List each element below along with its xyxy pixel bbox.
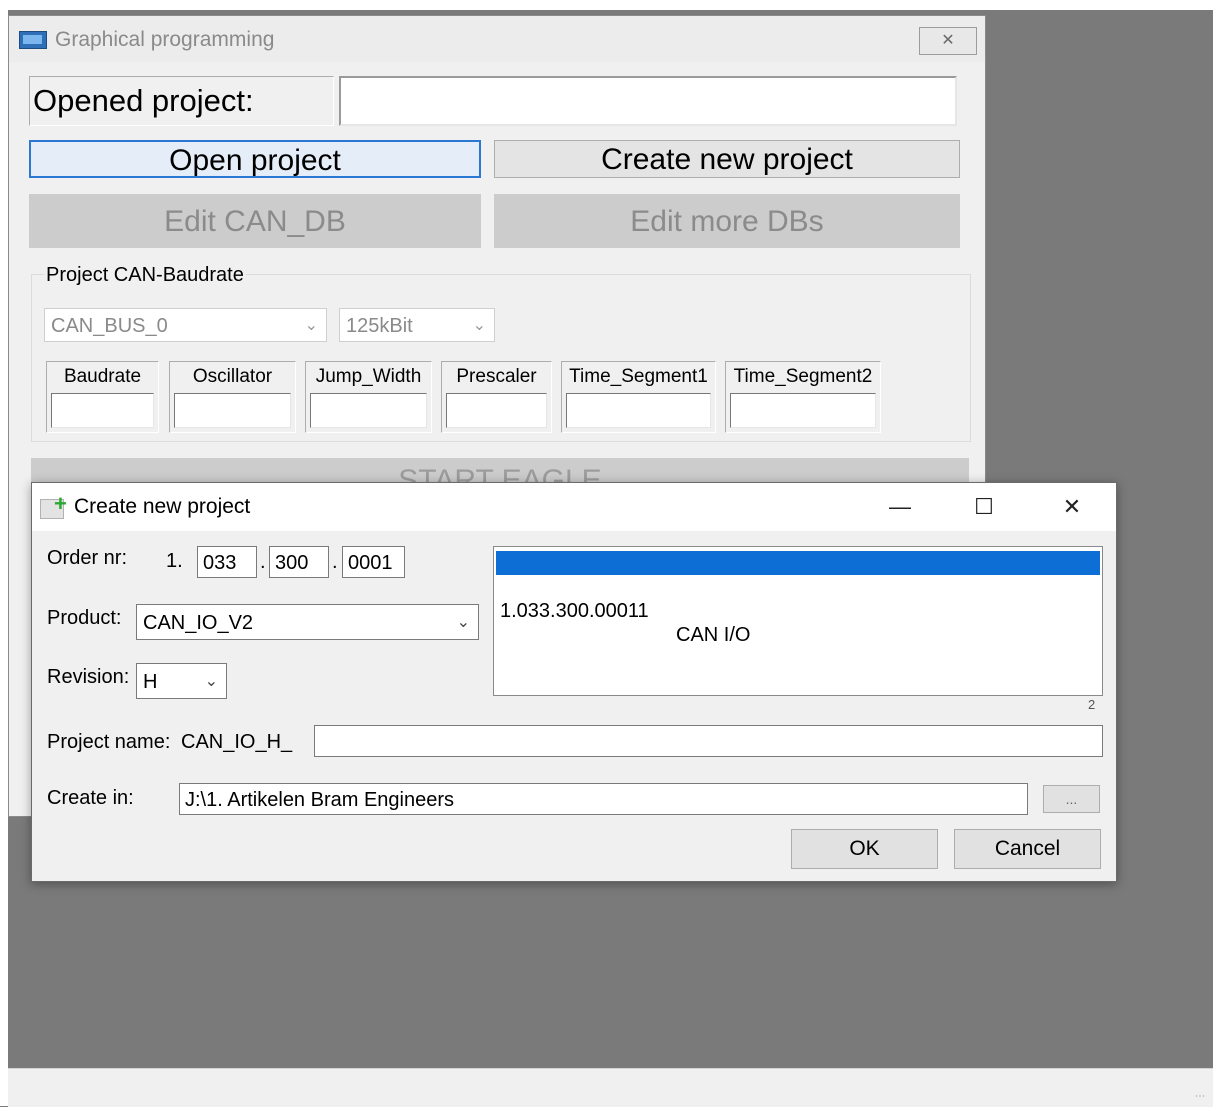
close-button[interactable]: ✕ xyxy=(1050,489,1094,525)
bus-combo-value: CAN_BUS_0 xyxy=(51,315,168,337)
list-item-name: CAN I/O xyxy=(676,600,751,622)
create-in-input[interactable]: J:\1. Artikelen Bram Engineers xyxy=(179,783,1028,815)
new-document-plus-icon: + xyxy=(40,491,68,519)
open-project-button[interactable]: Open project xyxy=(29,140,481,178)
param-label: Prescaler xyxy=(456,366,537,387)
dialog-title: Create new project xyxy=(74,495,251,518)
project-name-prefix: CAN_IO_H_ xyxy=(181,731,293,753)
main-close-button[interactable]: ✕ xyxy=(919,27,977,55)
edit-can-db-button[interactable]: Edit CAN_DB xyxy=(29,194,481,248)
param-jump-width: Jump_Width xyxy=(305,361,432,433)
main-titlebar: Graphical programming ✕ xyxy=(9,16,985,62)
desktop-left-edge xyxy=(0,0,8,1106)
ok-button[interactable]: OK xyxy=(791,829,938,869)
list-item-order: 1.033.300.00011 xyxy=(500,600,649,622)
chevron-down-icon: ⌄ xyxy=(204,673,218,690)
param-label: Time_Segment1 xyxy=(569,366,708,387)
create-in-label: Create in: xyxy=(47,787,134,809)
product-select-value: CAN_IO_V2 xyxy=(143,612,254,634)
revision-select[interactable]: H ⌄ xyxy=(136,663,227,699)
order-part1-input[interactable]: 033 xyxy=(197,546,257,578)
baudrate-group-label: Project CAN-Baudrate xyxy=(44,264,246,287)
param-baudrate: Baudrate xyxy=(46,361,159,433)
edit-more-dbs-button[interactable]: Edit more DBs xyxy=(494,194,960,248)
chevron-down-icon: ⌄ xyxy=(472,317,486,334)
bus-combo[interactable]: CAN_BUS_0 ⌄ xyxy=(44,308,327,342)
product-label: Product: xyxy=(47,607,122,629)
app-window-icon xyxy=(19,31,47,49)
size-grip-icon[interactable]: ⋯ xyxy=(1195,1091,1207,1103)
product-select[interactable]: CAN_IO_V2 ⌄ xyxy=(136,604,479,640)
order-part3-input[interactable]: 0001 xyxy=(342,546,405,578)
maximize-button[interactable]: ☐ xyxy=(962,489,1006,525)
opened-project-field[interactable] xyxy=(339,76,957,126)
revision-label: Revision: xyxy=(47,666,130,688)
param-label: Baudrate xyxy=(63,366,142,387)
status-bar: ⋯ xyxy=(8,1068,1213,1107)
list-count: 2 xyxy=(1088,697,1096,712)
dialog-titlebar: + Create new project — ☐ ✕ xyxy=(32,483,1116,531)
param-label: Jump_Width xyxy=(315,366,422,387)
order-prefix: 1. xyxy=(166,550,183,572)
param-input[interactable] xyxy=(446,393,547,428)
param-oscillator: Oscillator xyxy=(169,361,296,433)
opened-project-label: Opened project: xyxy=(29,76,334,126)
chevron-down-icon: ⌄ xyxy=(456,614,470,631)
param-time-segment1: Time_Segment1 xyxy=(561,361,716,433)
order-separator: . xyxy=(332,551,338,573)
order-part2-input[interactable]: 300 xyxy=(269,546,329,578)
project-name-label: Project name: xyxy=(47,731,171,753)
main-window-title: Graphical programming xyxy=(55,28,275,51)
param-label: Oscillator xyxy=(192,366,273,387)
create-new-project-button[interactable]: Create new project xyxy=(494,140,960,178)
param-prescaler: Prescaler xyxy=(441,361,552,433)
param-input[interactable] xyxy=(51,393,154,428)
order-nr-label: Order nr: xyxy=(47,547,128,569)
param-input[interactable] xyxy=(730,393,876,428)
list-item[interactable]: 1.033.300.00011 CAN I/O xyxy=(496,575,1100,646)
order-separator: . xyxy=(260,551,266,573)
order-listbox[interactable]: 1.033.300.0001 CAN I/O 1.033.300.00011 C… xyxy=(493,546,1103,696)
create-new-project-dialog: + Create new project — ☐ ✕ Order nr: 1. … xyxy=(31,482,1117,882)
chevron-down-icon: ⌄ xyxy=(304,317,318,334)
param-label: Time_Segment2 xyxy=(733,366,873,387)
speed-combo-value: 125kBit xyxy=(346,315,413,337)
project-name-input[interactable] xyxy=(314,725,1103,757)
revision-select-value: H xyxy=(143,671,158,693)
param-time-segment2: Time_Segment2 xyxy=(725,361,881,433)
list-item[interactable]: 1.033.300.0001 CAN I/O xyxy=(496,551,1100,622)
param-input[interactable] xyxy=(174,393,291,428)
cancel-button[interactable]: Cancel xyxy=(954,829,1101,869)
param-input[interactable] xyxy=(566,393,711,428)
param-input[interactable] xyxy=(310,393,427,428)
speed-combo[interactable]: 125kBit ⌄ xyxy=(339,308,495,342)
list-item-name: CAN I/O xyxy=(676,624,751,646)
minimize-button[interactable]: — xyxy=(878,489,922,525)
desktop-top-edge xyxy=(0,0,1213,10)
browse-button[interactable]: ... xyxy=(1043,785,1100,813)
